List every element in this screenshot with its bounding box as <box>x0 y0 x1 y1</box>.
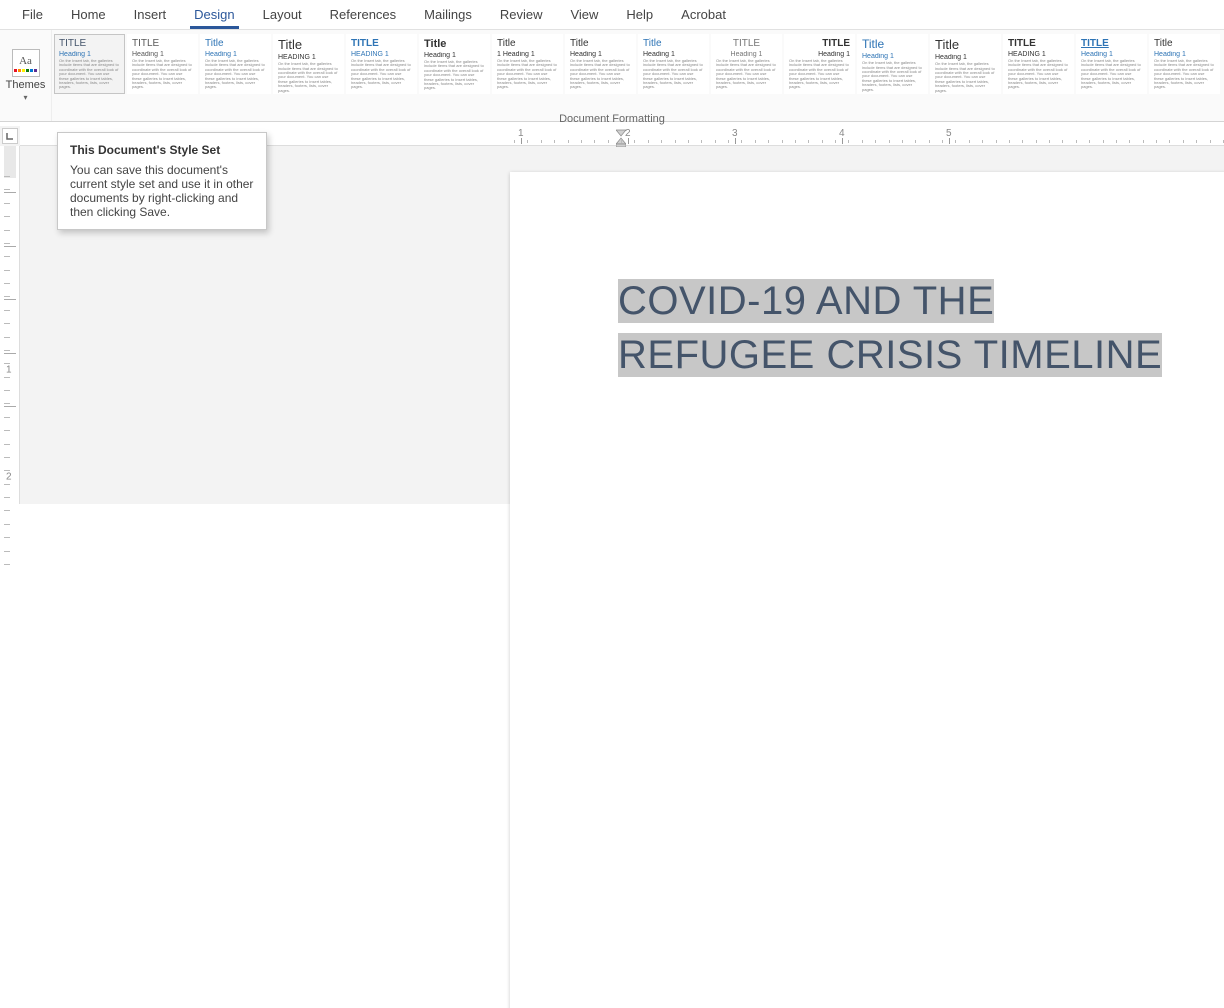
tooltip-title: This Document's Style Set <box>70 143 254 157</box>
tab-home[interactable]: Home <box>57 1 120 28</box>
tab-help[interactable]: Help <box>612 1 667 28</box>
style-set-card[interactable]: TITLEHEADING 1On the Insert tab, the gal… <box>346 34 417 94</box>
tooltip-body: You can save this document's current sty… <box>70 163 254 219</box>
style-set-card[interactable]: TitleHeading 1On the Insert tab, the gal… <box>419 34 490 94</box>
style-set-card[interactable]: TitleHeading 1On the Insert tab, the gal… <box>930 34 1001 94</box>
styleset-tooltip: This Document's Style Set You can save t… <box>57 132 267 230</box>
style-set-gallery: TITLEHeading 1On the Insert tab, the gal… <box>52 30 1224 121</box>
style-set-card[interactable]: Title1 Heading 1On the Insert tab, the g… <box>492 34 563 94</box>
style-set-card[interactable]: TitleHeading 1On the Insert tab, the gal… <box>200 34 271 94</box>
style-set-card[interactable]: TITLEHeading 1On the Insert tab, the gal… <box>1076 34 1147 94</box>
style-set-card[interactable]: TITLEHEADING 1On the Insert tab, the gal… <box>1003 34 1074 94</box>
style-set-card[interactable]: TITLEHeading 1On the Insert tab, the gal… <box>711 34 782 94</box>
tab-layout[interactable]: Layout <box>249 1 316 28</box>
chevron-down-icon: ▾ <box>23 93 27 102</box>
themes-icon: Aa <box>12 49 40 77</box>
tab-selector[interactable] <box>2 128 18 144</box>
tab-design[interactable]: Design <box>180 1 248 28</box>
style-set-card[interactable]: TitleHeading 1On the Insert tab, the gal… <box>565 34 636 94</box>
ruler-tick: 2 <box>6 472 12 483</box>
style-set-card[interactable]: TITLEHeading 1On the Insert tab, the gal… <box>54 34 125 94</box>
ribbon-tabs: FileHomeInsertDesignLayoutReferencesMail… <box>0 0 1224 30</box>
style-set-card[interactable]: TitleHeading 1On the Insert tab, the gal… <box>857 34 928 94</box>
ruler-vertical[interactable]: 12 <box>0 146 20 504</box>
style-set-card[interactable]: TitleHeading 1On the Insert tab, the gal… <box>1149 34 1220 94</box>
style-set-card[interactable]: TITLEHeading 1On the Insert tab, the gal… <box>784 34 855 94</box>
tab-review[interactable]: Review <box>486 1 557 28</box>
ruler-tick: 1 <box>6 365 12 376</box>
tab-view[interactable]: View <box>556 1 612 28</box>
ribbon-gallery: Aa Themes ▾ TITLEHeading 1On the Insert … <box>0 30 1224 122</box>
style-set-card[interactable]: TitleHeading 1On the Insert tab, the gal… <box>638 34 709 94</box>
tab-mailings[interactable]: Mailings <box>410 1 486 28</box>
themes-button[interactable]: Aa Themes ▾ <box>0 30 52 121</box>
themes-label: Themes <box>6 79 46 91</box>
style-set-card[interactable]: TitleHEADING 1On the Insert tab, the gal… <box>273 34 344 94</box>
tab-acrobat[interactable]: Acrobat <box>667 1 740 28</box>
tab-insert[interactable]: Insert <box>120 1 181 28</box>
document-page: COVID-19 AND THE REFUGEE CRISIS TIMELINE <box>510 172 1224 1008</box>
tab-file[interactable]: File <box>8 1 57 28</box>
document-title[interactable]: COVID-19 AND THE REFUGEE CRISIS TIMELINE <box>618 274 1224 382</box>
tab-references[interactable]: References <box>316 1 410 28</box>
style-set-card[interactable]: TITLEHeading 1On the Insert tab, the gal… <box>127 34 198 94</box>
